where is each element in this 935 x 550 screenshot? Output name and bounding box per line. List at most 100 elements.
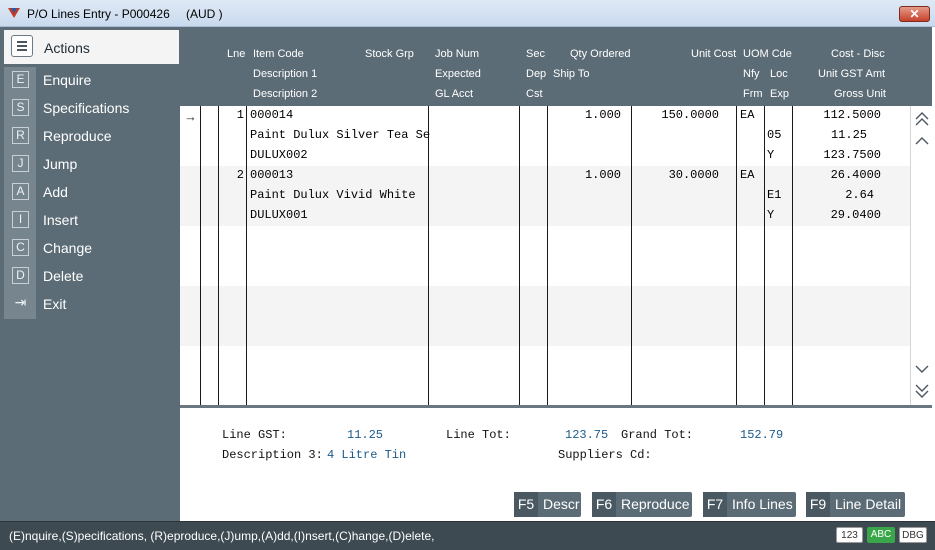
cell-unit-cost[interactable]: 30.0000 <box>633 168 719 182</box>
action-label: Specifications <box>43 100 130 116</box>
col-header-job-num[interactable]: Job Num <box>435 48 479 60</box>
f5-label: Descr <box>543 496 580 512</box>
f5-descr-button[interactable]: F5 Descr <box>514 492 581 517</box>
table-row[interactable] <box>180 286 910 346</box>
description-3-value: 4 Litre Tin <box>327 448 407 462</box>
action-jump[interactable]: J Jump <box>0 150 180 178</box>
scroll-up-icon[interactable] <box>914 134 930 148</box>
action-exit[interactable]: ⇥ Exit <box>0 290 180 318</box>
col-header-description-2[interactable]: Description 2 <box>253 88 317 100</box>
col-header-ship-to[interactable]: Ship To <box>553 68 590 80</box>
col-header-expected[interactable]: Expected <box>435 68 481 80</box>
title-bar: P/O Lines Entry - P000426 (AUD ) ✕ <box>0 0 935 27</box>
col-header-line[interactable]: Lne <box>227 48 245 60</box>
column-divider <box>736 106 737 406</box>
cell-uom[interactable]: EA <box>740 108 754 122</box>
col-header-sec[interactable]: Sec <box>526 48 545 60</box>
action-specifications[interactable]: S Specifications <box>0 94 180 122</box>
scroll-down-icon[interactable] <box>914 362 930 376</box>
cell-exp[interactable]: Y <box>767 148 774 162</box>
cell-description-1[interactable]: Paint Dulux Vivid White <box>250 188 416 202</box>
action-label: Insert <box>43 212 79 228</box>
numlock-badge: 123 <box>836 527 863 543</box>
window-title: P/O Lines Entry - P000426 <box>27 7 170 21</box>
line-gst-label: Line GST: <box>222 428 287 442</box>
col-header-cst[interactable]: Cst <box>526 88 543 100</box>
status-bar: (E)nquire,(S)pecifications, (R)eproduce,… <box>0 521 935 550</box>
col-header-cost-disc[interactable]: Cost - Disc <box>831 48 885 60</box>
f6-reproduce-button[interactable]: F6 Reproduce <box>592 492 692 517</box>
action-label: Jump <box>43 156 78 172</box>
col-header-description-1[interactable]: Description 1 <box>253 68 317 80</box>
cell-qty-ordered[interactable]: 1.000 <box>549 168 621 182</box>
debug-badge: DBG <box>899 527 927 543</box>
action-change[interactable]: C Change <box>0 234 180 262</box>
col-header-qty-ordered[interactable]: Qty Ordered <box>570 48 631 60</box>
cell-line[interactable]: 1 <box>220 108 244 122</box>
action-delete[interactable]: D Delete <box>0 262 180 290</box>
f5-key: F5 <box>514 492 538 517</box>
cell-cost-disc[interactable]: 26.4000 <box>794 168 881 182</box>
action-label: Add <box>43 184 68 200</box>
cell-qty-ordered[interactable]: 1.000 <box>549 108 621 122</box>
col-header-dep[interactable]: Dep <box>526 68 546 80</box>
action-insert[interactable]: I Insert <box>0 206 180 234</box>
f9-key: F9 <box>806 492 830 517</box>
action-enquire[interactable]: E Enquire <box>0 66 180 94</box>
cell-line[interactable]: 2 <box>220 168 244 182</box>
table-row[interactable] <box>180 346 910 406</box>
column-divider <box>428 106 429 406</box>
line-gst-value: 11.25 <box>347 428 384 442</box>
cell-unit-gst-amt[interactable]: 11.25 <box>794 128 867 142</box>
action-label: Exit <box>43 296 67 312</box>
col-header-gl-acct[interactable]: GL Acct <box>435 88 473 100</box>
action-label: Enquire <box>43 72 92 88</box>
line-tot-value: 123.75 <box>565 428 609 442</box>
col-header-exp[interactable]: Exp <box>770 88 789 100</box>
hotkey-d-icon: D <box>12 267 29 284</box>
cell-gross-unit[interactable]: 29.0400 <box>794 208 881 222</box>
cell-description-2[interactable]: DULUX002 <box>250 148 308 162</box>
column-divider <box>218 106 219 406</box>
cell-description-1[interactable]: Paint Dulux Silver Tea Se <box>250 128 430 142</box>
cell-exp[interactable]: Y <box>767 208 774 222</box>
col-header-nfy[interactable]: Nfy <box>743 68 760 80</box>
scroll-top-icon[interactable] <box>914 112 930 126</box>
scroll-bottom-icon[interactable] <box>914 384 930 398</box>
grid-scrollbar[interactable] <box>910 106 932 406</box>
col-header-gross-unit[interactable]: Gross Unit <box>834 88 886 100</box>
action-reproduce[interactable]: R Reproduce <box>0 122 180 150</box>
hotkey-s-icon: S <box>12 99 29 116</box>
column-divider <box>246 106 247 406</box>
column-divider <box>792 106 793 406</box>
f7-info-lines-button[interactable]: F7 Info Lines <box>703 492 796 517</box>
cell-description-2[interactable]: DULUX001 <box>250 208 308 222</box>
action-label: Delete <box>43 268 84 284</box>
line-tot-label: Line Tot: <box>446 428 511 442</box>
col-header-item-code[interactable]: Item Code <box>253 48 304 60</box>
close-button[interactable]: ✕ <box>899 6 930 22</box>
col-header-unit-gst-amt[interactable]: Unit GST Amt <box>818 68 885 80</box>
actions-header[interactable]: Actions <box>4 30 179 64</box>
f9-line-detail-button[interactable]: F9 Line Detail <box>806 492 905 517</box>
col-header-uom-cde[interactable]: UOM Cde <box>743 48 792 60</box>
cell-loc[interactable]: 05 <box>767 128 781 142</box>
f6-label: Reproduce <box>621 496 690 512</box>
cell-gross-unit[interactable]: 123.7500 <box>794 148 881 162</box>
action-add[interactable]: A Add <box>0 178 180 206</box>
cell-cost-disc[interactable]: 112.5000 <box>794 108 881 122</box>
cell-unit-gst-amt[interactable]: 2.64 <box>794 188 874 202</box>
hotkey-i-icon: I <box>12 211 29 228</box>
table-row[interactable] <box>180 226 910 286</box>
cell-item-code[interactable]: 000014 <box>250 108 293 122</box>
col-header-unit-cost[interactable]: Unit Cost <box>691 48 736 60</box>
cell-unit-cost[interactable]: 150.0000 <box>633 108 719 122</box>
col-header-frm[interactable]: Frm <box>743 88 763 100</box>
hamburger-menu-icon[interactable] <box>11 35 33 57</box>
cell-loc[interactable]: E1 <box>767 188 781 202</box>
cell-item-code[interactable]: 000013 <box>250 168 293 182</box>
col-header-stock-grp[interactable]: Stock Grp <box>365 48 414 60</box>
col-header-loc[interactable]: Loc <box>770 68 788 80</box>
cell-uom[interactable]: EA <box>740 168 754 182</box>
suppliers-cd-label: Suppliers Cd: <box>558 448 652 462</box>
